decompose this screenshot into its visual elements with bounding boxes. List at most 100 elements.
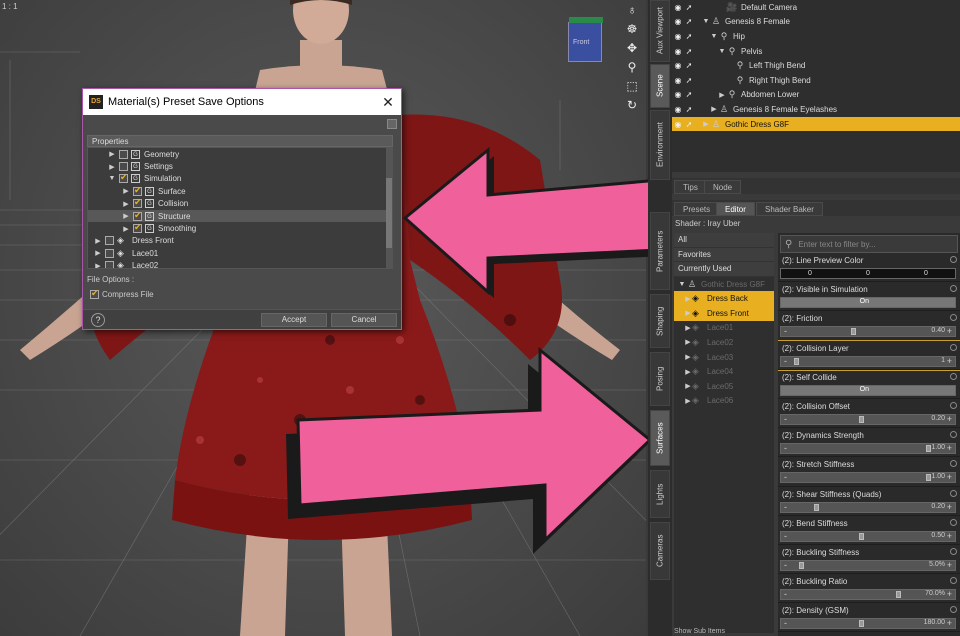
- expand-right-icon[interactable]: ▶: [684, 368, 692, 376]
- expand-right-icon[interactable]: ▶: [684, 295, 692, 303]
- scene-node[interactable]: ◉ ➚ ▼ ⚲ Pelvis: [672, 44, 960, 59]
- properties-tree[interactable]: ▶GGeometry▶GSettings▼GSimulation▶GSurfac…: [87, 147, 393, 269]
- selectable-cursor-icon[interactable]: ➚: [684, 3, 694, 12]
- gear-icon[interactable]: [950, 518, 957, 526]
- gear-icon[interactable]: [950, 372, 957, 380]
- selectable-cursor-icon[interactable]: ➚: [684, 105, 694, 114]
- property-slider[interactable]: - 0.20 +: [780, 413, 956, 425]
- side-tab-surfaces[interactable]: Surfaces: [650, 410, 670, 466]
- camera-orbit-icon[interactable]: ☸: [624, 21, 640, 37]
- visibility-eye-icon[interactable]: ◉: [672, 17, 684, 26]
- expand-icon[interactable]: ▼: [702, 18, 710, 25]
- tree-checkbox[interactable]: [133, 185, 142, 196]
- expand-right-icon[interactable]: ▶: [108, 150, 116, 158]
- increment-icon[interactable]: +: [947, 326, 952, 336]
- decrement-icon[interactable]: -: [784, 414, 787, 424]
- tree-checkbox[interactable]: [105, 261, 114, 268]
- visibility-eye-icon[interactable]: ◉: [672, 76, 684, 85]
- gear-icon[interactable]: [950, 577, 957, 585]
- show-sub-items[interactable]: Show Sub Items: [674, 628, 725, 635]
- increment-icon[interactable]: +: [947, 618, 952, 628]
- compress-file-checkbox[interactable]: [90, 288, 99, 299]
- expand-right-icon[interactable]: ▶: [94, 249, 102, 257]
- expand-right-icon[interactable]: ▶: [684, 397, 692, 405]
- navigation-cube[interactable]: Front: [568, 17, 603, 62]
- surface-material-row[interactable]: ▶ ◈ Lace01: [674, 321, 774, 336]
- surface-filter-all[interactable]: All: [674, 233, 774, 248]
- tab-node[interactable]: Node: [704, 180, 742, 194]
- scene-node[interactable]: ◉ ➚ 🎥 Default Camera: [672, 0, 960, 15]
- increment-icon[interactable]: +: [947, 531, 952, 541]
- selectable-cursor-icon[interactable]: ➚: [684, 90, 694, 99]
- surface-material-row[interactable]: ▶ ◈ Lace05: [674, 379, 774, 394]
- side-tab-posing[interactable]: Posing: [650, 352, 670, 406]
- expand-right-icon[interactable]: ▶: [684, 338, 692, 346]
- expand-right-icon[interactable]: ▶: [122, 200, 130, 208]
- filter-input[interactable]: ⚲ Enter text to filter by...: [780, 235, 958, 253]
- tree-checkbox[interactable]: [119, 162, 128, 172]
- property-slider[interactable]: - 70.0% +: [780, 589, 956, 601]
- slider-knob[interactable]: [896, 591, 901, 599]
- expand-icon[interactable]: ▼: [710, 33, 718, 40]
- tree-row[interactable]: ▶ ◈ Dress Front: [88, 235, 392, 247]
- side-tab-cameras[interactable]: Cameras: [650, 522, 670, 580]
- tree-checkbox[interactable]: [105, 236, 114, 246]
- gear-icon[interactable]: [950, 547, 957, 555]
- increment-icon[interactable]: +: [947, 472, 952, 482]
- camera-pan-icon[interactable]: ✥: [624, 40, 640, 56]
- selectable-cursor-icon[interactable]: ➚: [684, 47, 694, 56]
- visibility-eye-icon[interactable]: ◉: [672, 61, 684, 70]
- tree-row[interactable]: ▶ G Structure: [88, 210, 392, 223]
- expand-icon[interactable]: ▶: [702, 120, 710, 128]
- tree-checkbox[interactable]: [119, 149, 128, 159]
- expand-right-icon[interactable]: ▶: [122, 187, 130, 195]
- tree-checkbox[interactable]: [133, 197, 142, 209]
- nav-cube-top-face[interactable]: [569, 17, 603, 23]
- gear-icon[interactable]: [950, 343, 957, 351]
- increment-icon[interactable]: +: [947, 414, 952, 424]
- surface-filter-favorites[interactable]: Favorites: [674, 247, 774, 263]
- surface-material-row[interactable]: ▶ ◈ Dress Front: [674, 305, 774, 321]
- surface-object-row[interactable]: ▼ ♙ Gothic Dress G8F: [674, 277, 774, 292]
- slider-knob[interactable]: [813, 503, 819, 511]
- slider-knob[interactable]: [858, 532, 864, 540]
- decrement-icon[interactable]: -: [784, 472, 787, 482]
- expand-icon[interactable]: ▶: [710, 105, 718, 113]
- surface-material-row[interactable]: ▶ ◈ Lace04: [674, 364, 774, 379]
- surface-filter-currently-used[interactable]: Currently Used: [674, 262, 774, 277]
- slider-knob[interactable]: [798, 561, 804, 569]
- gear-icon[interactable]: [950, 401, 957, 409]
- decrement-icon[interactable]: -: [784, 531, 787, 541]
- expand-right-icon[interactable]: ▶: [108, 163, 116, 171]
- close-icon[interactable]: ✕: [375, 94, 401, 111]
- visibility-eye-icon[interactable]: ◉: [672, 120, 684, 129]
- expand-right-icon[interactable]: ▶: [94, 237, 102, 245]
- gear-icon[interactable]: [950, 256, 957, 263]
- scene-node[interactable]: ◉ ➚ ▼ ♙ Genesis 8 Female: [672, 15, 960, 30]
- accept-button[interactable]: Accept: [261, 313, 327, 327]
- selectable-cursor-icon[interactable]: ➚: [684, 76, 694, 85]
- surface-material-row[interactable]: ▶ ◈ Dress Back: [674, 291, 774, 306]
- expand-down-icon[interactable]: ▼: [678, 281, 686, 288]
- tree-row[interactable]: ▶ G Surface: [88, 185, 392, 197]
- tab-presets[interactable]: Presets: [674, 202, 720, 216]
- visibility-eye-icon[interactable]: ◉: [672, 3, 684, 12]
- decrement-icon[interactable]: -: [784, 326, 787, 336]
- surface-list[interactable]: All Favorites Currently Used ▼ ♙ Gothic Dress…: [674, 233, 774, 633]
- side-tab-parameters[interactable]: Parameters: [650, 212, 670, 290]
- expand-right-icon[interactable]: ▶: [684, 309, 692, 317]
- expand-right-icon[interactable]: ▶: [122, 212, 130, 220]
- help-button[interactable]: ?: [91, 313, 105, 327]
- expand-icon[interactable]: ▶: [718, 91, 726, 99]
- slider-knob[interactable]: [851, 328, 856, 336]
- scene-node[interactable]: ◉ ➚ ⚲ Right Thigh Bend: [672, 73, 960, 88]
- increment-icon[interactable]: +: [947, 502, 952, 512]
- decrement-icon[interactable]: -: [784, 356, 787, 366]
- tree-row[interactable]: ▶ G Settings: [88, 160, 392, 172]
- increment-icon[interactable]: +: [947, 356, 952, 366]
- tab-editor[interactable]: Editor: [716, 202, 755, 216]
- scene-node[interactable]: ◉ ➚ ▶ ♙ Genesis 8 Female Eyelashes: [672, 102, 960, 117]
- scene-tree-panel[interactable]: ◉ ➚ 🎥 Default Camera ◉ ➚ ▼ ♙ Genesis 8 Female ◉ ➚ ▼…: [672, 0, 960, 172]
- slider-knob[interactable]: [926, 445, 931, 453]
- side-tab-environment[interactable]: Environment: [650, 110, 670, 180]
